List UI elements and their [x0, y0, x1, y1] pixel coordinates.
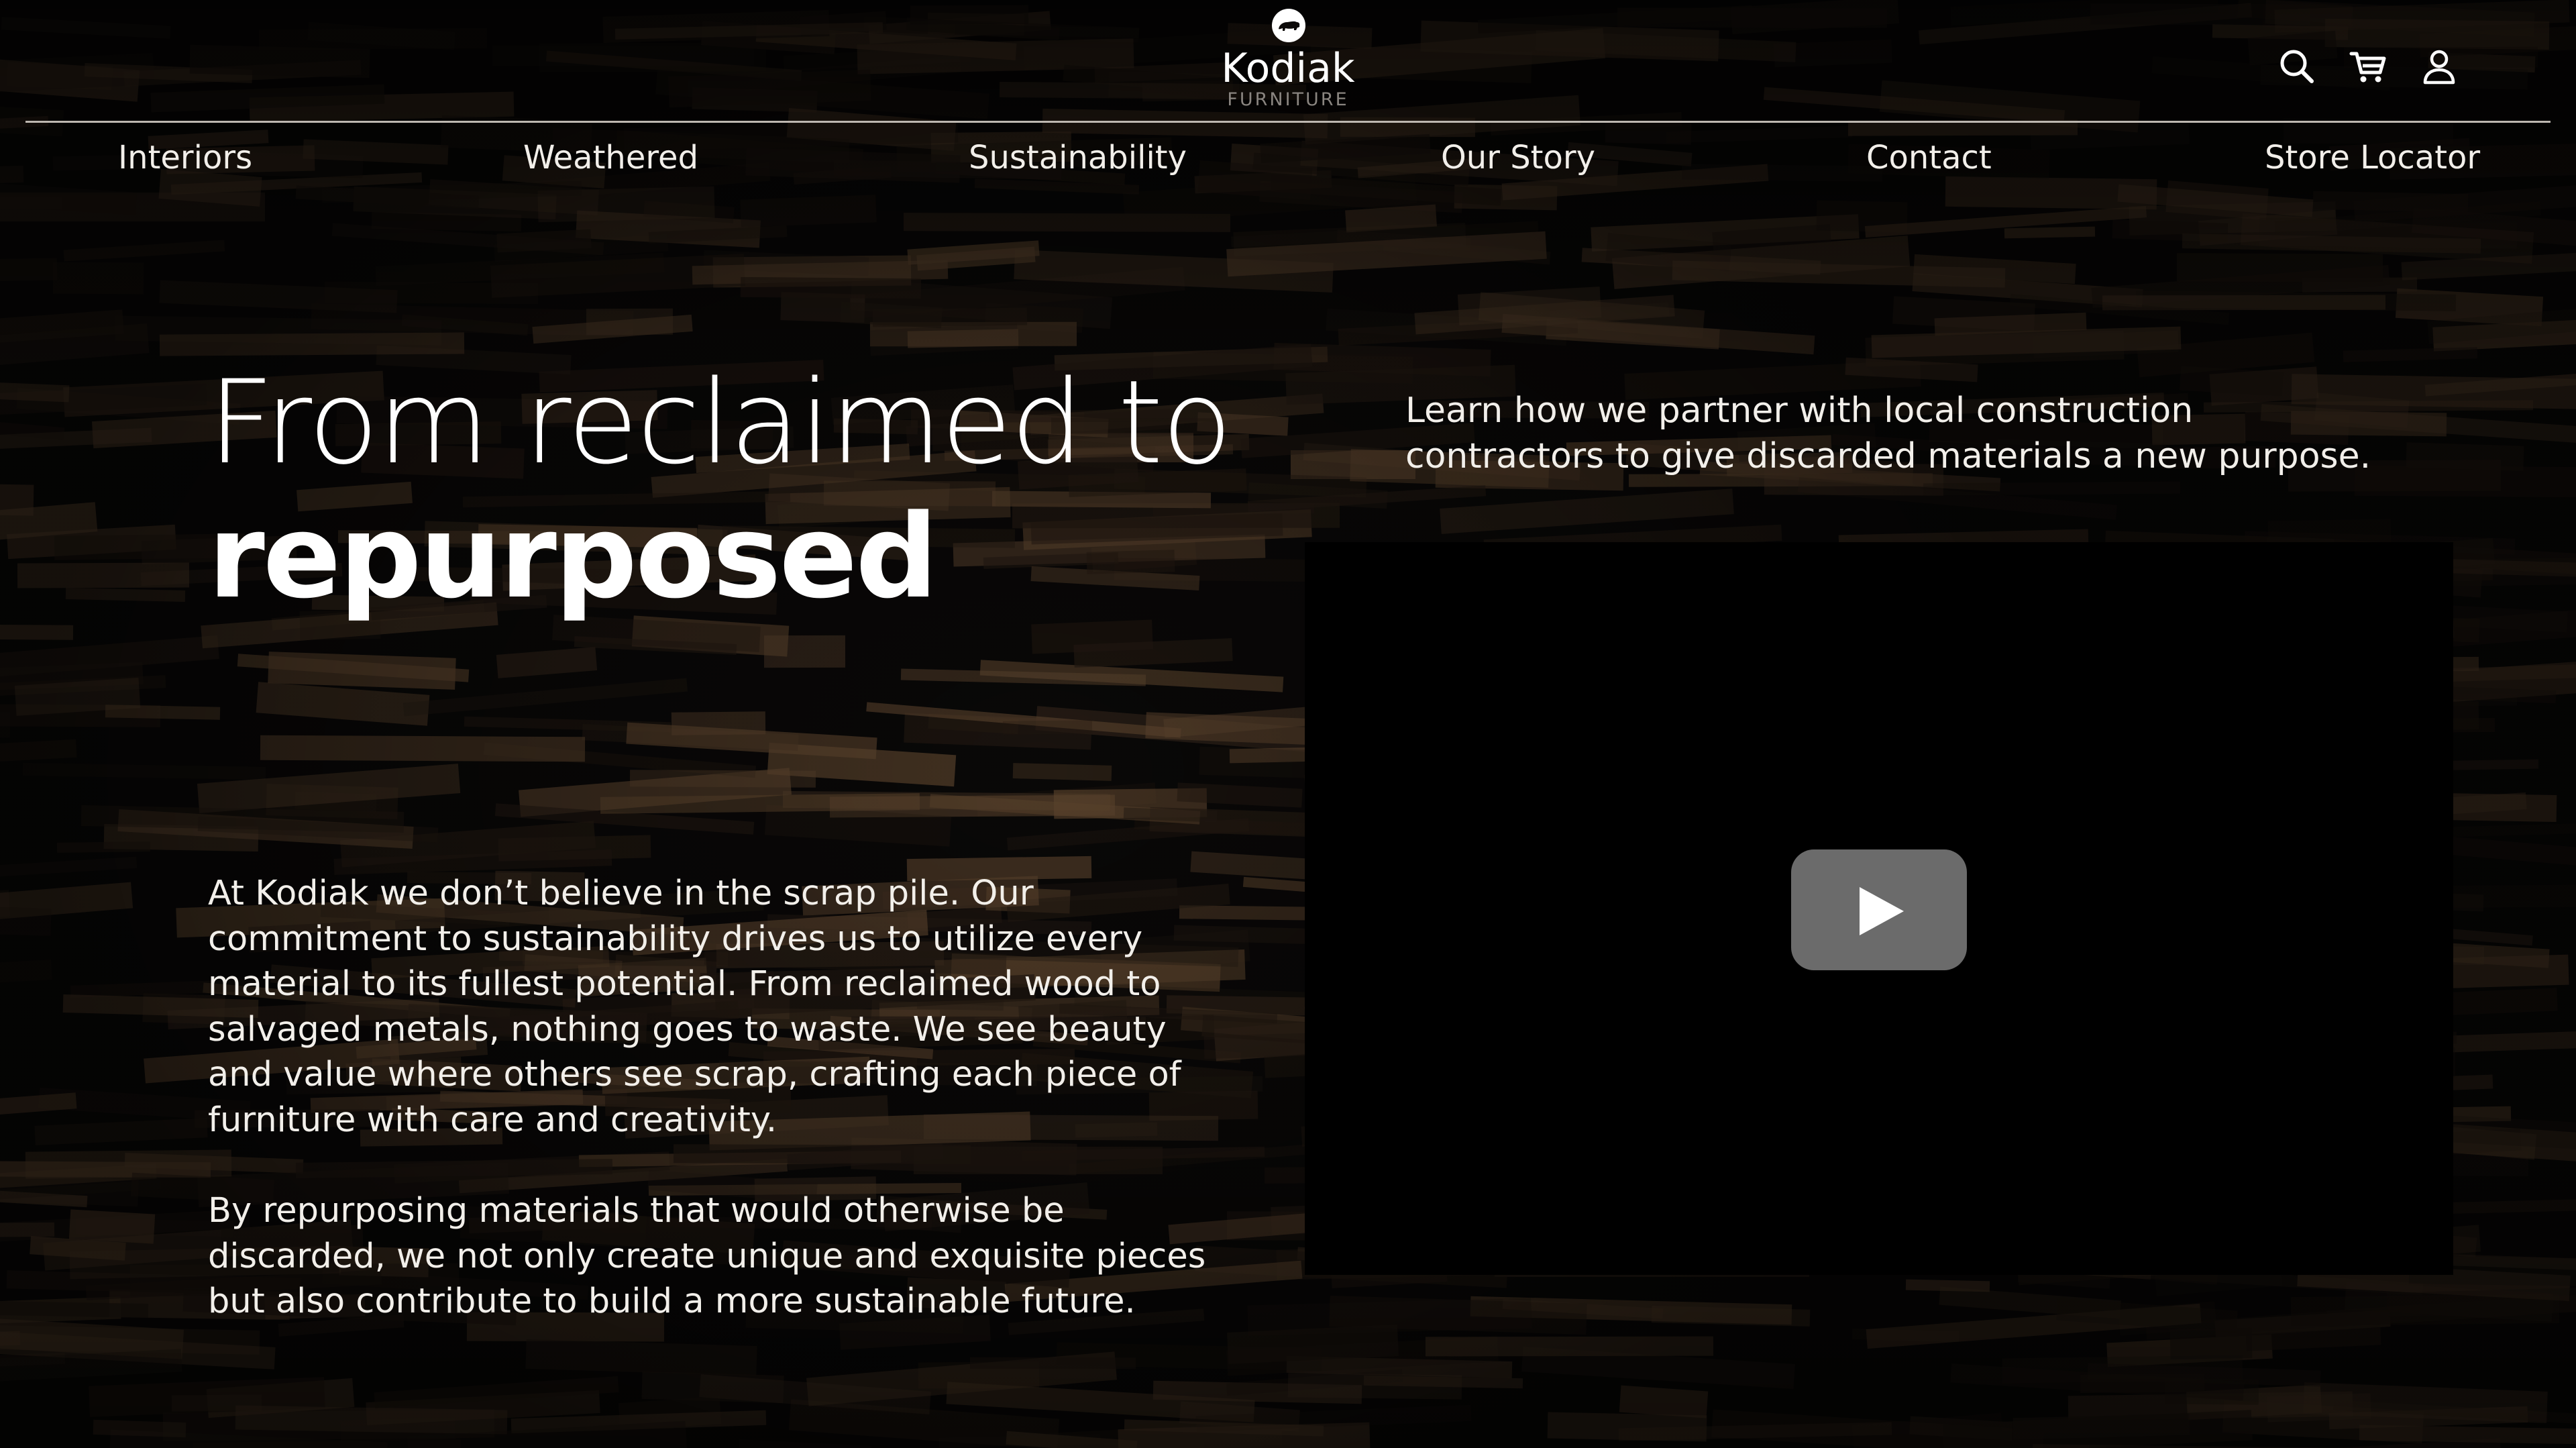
- video-player[interactable]: [1305, 542, 2453, 1275]
- play-icon: [1860, 887, 1904, 935]
- hero-title-bold: repurposed: [208, 489, 938, 624]
- body-copy: At Kodiak we don’t believe in the scrap …: [208, 871, 1241, 1370]
- lumber-plank: [2004, 226, 2096, 239]
- lumber-plank: [498, 835, 651, 862]
- lumber-plank: [52, 262, 144, 295]
- nav-item-interiors[interactable]: Interiors: [118, 134, 252, 181]
- lumber-plank: [68, 1209, 156, 1244]
- lumber-plank: [105, 705, 221, 720]
- bear-logo-icon: [1272, 9, 1305, 42]
- body-paragraph: At Kodiak we don’t believe in the scrap …: [208, 874, 1181, 1140]
- lumber-plank: [93, 1419, 186, 1438]
- brand-tagline: FURNITURE: [1227, 89, 1349, 110]
- lumber-plank: [0, 1222, 55, 1239]
- user-icon[interactable]: [2420, 47, 2459, 86]
- nav-item-our-story[interactable]: Our Story: [1441, 134, 1595, 181]
- lumber-plank: [2169, 1327, 2253, 1360]
- main-nav: Interiors Weathered Sustainability Our S…: [0, 134, 2576, 181]
- hero-title-light: From reclaimed to: [208, 355, 1232, 490]
- hero-intro: Learn how we partner with local construc…: [1405, 391, 2371, 476]
- header-actions: [2277, 47, 2459, 87]
- lumber-plank: [1287, 1373, 1462, 1400]
- play-button[interactable]: [1791, 849, 1967, 970]
- lumber-plank: [1425, 1336, 1714, 1357]
- nav-item-contact[interactable]: Contact: [1866, 134, 1992, 181]
- lumber-plank: [2176, 253, 2383, 282]
- brand-logo[interactable]: Kodiak FURNITURE: [1221, 8, 1355, 110]
- lumber-plank: [260, 735, 586, 762]
- body-paragraph: By repurposing materials that would othe…: [208, 1191, 1206, 1321]
- search-icon[interactable]: [2277, 47, 2316, 86]
- lumber-plank: [763, 635, 846, 668]
- nav-item-sustainability[interactable]: Sustainability: [969, 134, 1187, 181]
- lumber-plank: [0, 1301, 149, 1318]
- lumber-plank: [235, 1405, 508, 1435]
- lumber-plank: [1012, 763, 1112, 781]
- lumber-plank: [56, 841, 151, 853]
- lumber-plank: [0, 624, 74, 640]
- lumber-plank: [0, 258, 58, 282]
- lumber-plank: [17, 562, 190, 588]
- lumber-plank: [1923, 481, 2181, 496]
- lumber-plank: [740, 276, 922, 299]
- header-divider: [25, 121, 2551, 123]
- lumber-plank: [740, 195, 877, 227]
- lumber-plank: [1905, 1279, 1990, 1292]
- lumber-plank: [2267, 1393, 2371, 1423]
- nav-item-store-locator[interactable]: Store Locator: [2265, 134, 2480, 181]
- brand-name: Kodiak: [1221, 45, 1355, 92]
- lumber-plank: [2267, 519, 2392, 545]
- lumber-plank: [0, 906, 52, 936]
- lumber-plank: [268, 652, 456, 690]
- hero-title: From reclaimed to repurposed: [208, 356, 1281, 624]
- lumber-plank: [159, 332, 465, 356]
- lumber-plank: [1002, 720, 1093, 735]
- lumber-plank: [907, 329, 1019, 348]
- lumber-plank: [629, 770, 816, 788]
- site-header: Kodiak FURNITURE: [0, 0, 2576, 121]
- cart-icon[interactable]: [2349, 47, 2387, 86]
- nav-item-weathered[interactable]: Weathered: [523, 134, 698, 181]
